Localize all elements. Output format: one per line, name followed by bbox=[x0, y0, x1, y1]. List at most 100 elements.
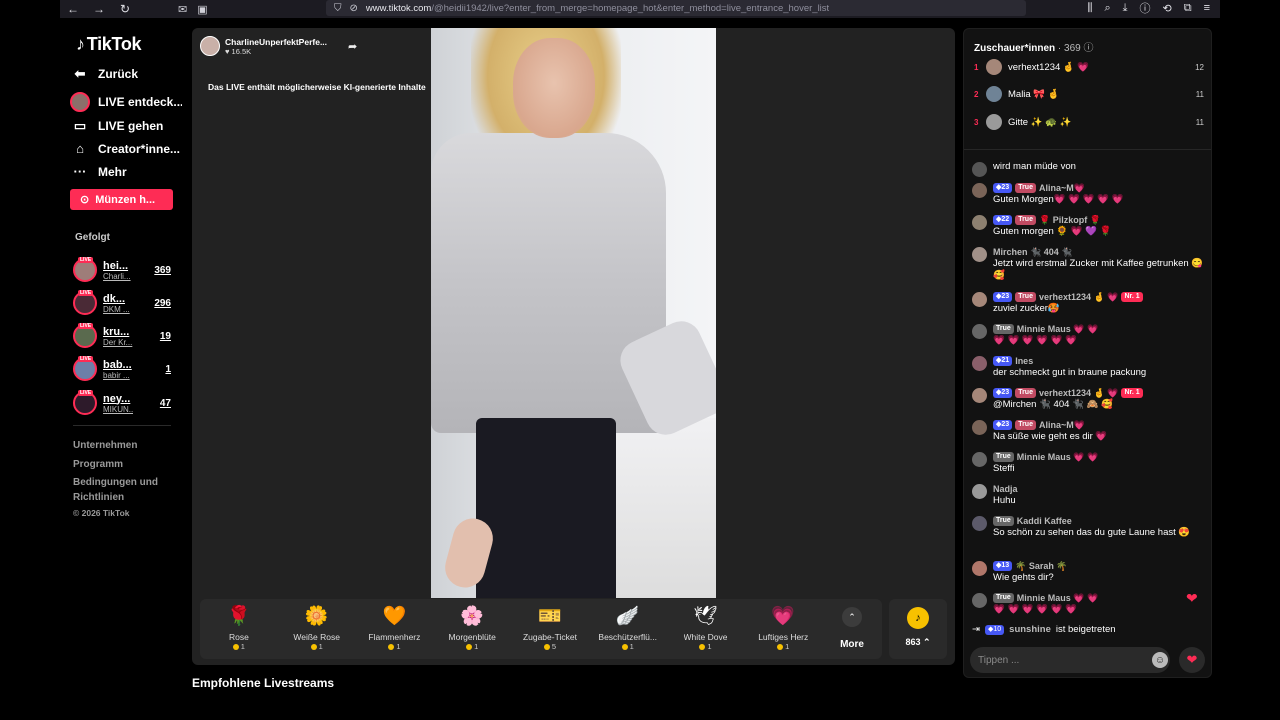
gift-price: 5 bbox=[543, 642, 556, 651]
followed-account[interactable]: LIVE kru... Der Kr... 19 bbox=[73, 322, 171, 350]
gift-white-rose[interactable]: 🌼 Weiße Rose 1 bbox=[278, 599, 356, 659]
info-icon[interactable]: ⓘ bbox=[1140, 0, 1151, 16]
ranking-row[interactable]: 2 Malia 🎀 🤞 11 bbox=[974, 84, 1204, 104]
nav-go-live[interactable]: ▭ LIVE gehen bbox=[70, 118, 182, 134]
download-icon[interactable]: ⤓ bbox=[1123, 2, 1128, 15]
chat-message[interactable]: ◆23 True Alina~M💗 Na süße wie geht es dir … bbox=[972, 419, 1208, 443]
shield-icon[interactable]: ⛉ bbox=[334, 3, 342, 14]
extensions-icon[interactable]: ⧉ bbox=[1184, 2, 1192, 15]
coin-icon bbox=[699, 643, 706, 650]
chat-message[interactable]: ◆23 True Alina~M💗 Guten Morgen💗 💗 💗 💗 💗 bbox=[972, 182, 1208, 206]
coin-icon bbox=[232, 643, 239, 650]
video-camera-icon: ▭ bbox=[73, 118, 87, 133]
rank-score: 11 bbox=[1195, 117, 1204, 127]
nav-label: LIVE entdeck... bbox=[98, 95, 182, 109]
coin-icon bbox=[466, 643, 473, 650]
tiktok-logo[interactable]: ♪ TikTok bbox=[76, 34, 142, 55]
followed-account[interactable]: LIVE ney... MIKUN... 47 bbox=[73, 389, 171, 417]
footer-link-terms[interactable]: Bedingungen und Richtlinien bbox=[73, 475, 173, 505]
gift-protector-wings[interactable]: 🪽 Beschützerflü... 1 bbox=[589, 599, 667, 659]
followed-account[interactable]: LIVE dk... DKM ... 296 bbox=[73, 289, 171, 317]
wings-icon: 🪽 bbox=[615, 606, 640, 627]
gift-morning-bloom[interactable]: 🌸 Morgenblüte 1 bbox=[433, 599, 511, 659]
gift-flame-heart[interactable]: 🧡 Flammenherz 1 bbox=[356, 599, 434, 659]
gift-name: Luftiges Herz bbox=[758, 632, 809, 642]
gift-name: Weiße Rose bbox=[293, 632, 340, 642]
fan-badge: True bbox=[993, 516, 1014, 526]
message-author: Nadja bbox=[993, 484, 1018, 494]
chat-message[interactable]: True Minnie Maus 💗 💗 💗 💗 💗 💗 💗 💗 bbox=[972, 323, 1208, 347]
host-info[interactable]: CharlineUnperfektPerfe... ♥ 16.5K bbox=[200, 36, 327, 56]
nav-more[interactable]: ··· Mehr bbox=[70, 164, 182, 179]
chat-input[interactable]: Tippen ... bbox=[970, 647, 1170, 673]
footer-link-program[interactable]: Programm bbox=[73, 457, 173, 472]
mail-icon[interactable]: ✉ bbox=[178, 3, 187, 16]
chat-message[interactable]: True Minnie Maus 💗 💗 💗 💗 💗 💗 💗 💗 bbox=[972, 592, 1208, 616]
more-gifts-button[interactable]: ⌃ More bbox=[822, 599, 882, 659]
chat-message[interactable]: True Kaddi Kaffee So schön zu sehen das d… bbox=[972, 515, 1208, 539]
share-icon[interactable]: ➦ bbox=[348, 40, 357, 53]
library-icon[interactable]: ⫼ bbox=[1087, 2, 1092, 15]
viewers-header[interactable]: Zuschauer*innen · 369 ⓘ bbox=[974, 39, 1094, 54]
like-heart-button[interactable]: ❤ bbox=[1179, 647, 1205, 673]
gift-white-dove[interactable]: 🕊 White Dove 1 bbox=[667, 599, 745, 659]
history-icon[interactable]: ⟲ bbox=[1163, 2, 1172, 15]
viewer-count: 47 bbox=[159, 397, 171, 409]
rank-number: 2 bbox=[974, 89, 979, 99]
chat-message[interactable]: Nadja Huhu bbox=[972, 483, 1208, 507]
coin-icon bbox=[388, 643, 395, 650]
ranking-row[interactable]: 3 Gitte ✨ 🐢 ✨ 11 bbox=[974, 112, 1204, 132]
chat-message[interactable]: ◆23 True verhext1234 🤞 💗 Nr. 1 @Mirchen 🐈‍⬛… bbox=[972, 387, 1208, 411]
gift-rose[interactable]: 🌹 Rose 1 bbox=[200, 599, 278, 659]
back-arrow-icon[interactable]: ← bbox=[60, 2, 86, 16]
flower-icon: 🌸 bbox=[460, 606, 485, 627]
video-subject-legs bbox=[476, 418, 616, 598]
flame-heart-icon: 🧡 bbox=[382, 606, 407, 627]
live-video[interactable] bbox=[431, 28, 716, 598]
footer-link-company[interactable]: Unternehmen bbox=[73, 438, 173, 453]
message-author: Kaddi Kaffee bbox=[1016, 516, 1072, 526]
gift-airy-heart[interactable]: 💗 Luftiges Herz 1 bbox=[744, 599, 822, 659]
level-badge: ◆23 bbox=[993, 183, 1013, 193]
message-text: Huhu bbox=[993, 495, 1016, 506]
level-value: 23 bbox=[1001, 184, 1010, 191]
get-coins-button[interactable]: ⊙ Münzen h... bbox=[70, 189, 173, 210]
nav-creators[interactable]: ⌂ Creator*inne... bbox=[70, 141, 182, 156]
host-name: CharlineUnperfektPerfe... bbox=[225, 36, 328, 47]
divider bbox=[73, 425, 171, 426]
tracking-icon[interactable]: ⊘ bbox=[350, 3, 358, 14]
avatar bbox=[972, 324, 987, 339]
chat-message[interactable]: ◆21 Ines der schmeckt gut in braune packu… bbox=[972, 355, 1208, 379]
address-bar[interactable]: ⛉ ⊘ www.tiktok.com/@heidii1942/live?ente… bbox=[326, 0, 1026, 16]
gift-encore-ticket[interactable]: 🎫 Zugabe-Ticket 5 bbox=[511, 599, 589, 659]
followed-account[interactable]: LIVE bab... babir ... 1 bbox=[73, 355, 171, 383]
ranking-row[interactable]: 1 verhext1234 🤞 💗 12 bbox=[974, 57, 1204, 77]
message-text: der schmeckt gut in braune packung bbox=[993, 367, 1147, 378]
chat-message[interactable]: Mirchen 🐈‍⬛ 404 🐈‍⬛ Jetzt wird erstmal Z… bbox=[972, 246, 1208, 282]
gift-price-value: 1 bbox=[396, 642, 401, 651]
viewer-count: 1 bbox=[165, 363, 171, 375]
coin-wallet-button[interactable]: ♪ 863 ⌃ bbox=[889, 599, 947, 659]
host-avatar[interactable] bbox=[200, 36, 220, 56]
forward-arrow-icon[interactable]: → bbox=[86, 2, 112, 16]
reload-icon[interactable]: ↻ bbox=[112, 2, 138, 16]
chat-message[interactable]: ◆13 🌴 Sarah 🌴 Wie gehts dir? bbox=[972, 560, 1208, 584]
search-icon[interactable]: ⌕ bbox=[1104, 2, 1110, 15]
url-text[interactable]: www.tiktok.com/@heidii1942/live?enter_fr… bbox=[366, 3, 829, 14]
fan-badge: True bbox=[993, 324, 1014, 334]
bookmark-folder-icon[interactable]: ▣ bbox=[197, 3, 207, 16]
chat-message[interactable]: True Minnie Maus 💗 💗 Steffi bbox=[972, 451, 1208, 475]
menu-icon[interactable]: ≡ bbox=[1204, 2, 1210, 14]
chat-message[interactable]: ◆23 True verhext1234 🤞 💗 Nr. 1 zuviel zucke… bbox=[972, 291, 1208, 315]
level-badge: ◆23 bbox=[993, 292, 1013, 302]
help-icon[interactable]: ⓘ bbox=[1084, 43, 1094, 54]
nav-live-discover[interactable]: LIVE entdeck... bbox=[70, 92, 182, 112]
followed-account[interactable]: LIVE hei... Charli... 369 bbox=[73, 256, 171, 284]
back-link[interactable]: ⬅ Zurück bbox=[70, 66, 182, 82]
chat-message[interactable]: ◆22 True 🌹 Pilzkopf 🌹 Guten morgen 🌻 💗 💜 🌹 bbox=[972, 214, 1208, 238]
message-text: zuviel zucker🥵 bbox=[993, 303, 1060, 314]
emoji-icon[interactable]: ☺ bbox=[1152, 652, 1168, 668]
chat-message[interactable]: wird man müde von bbox=[972, 161, 1208, 177]
message-author: 🌹 Pilzkopf 🌹 bbox=[1038, 215, 1101, 225]
joined-user: sunshine bbox=[1009, 624, 1051, 635]
